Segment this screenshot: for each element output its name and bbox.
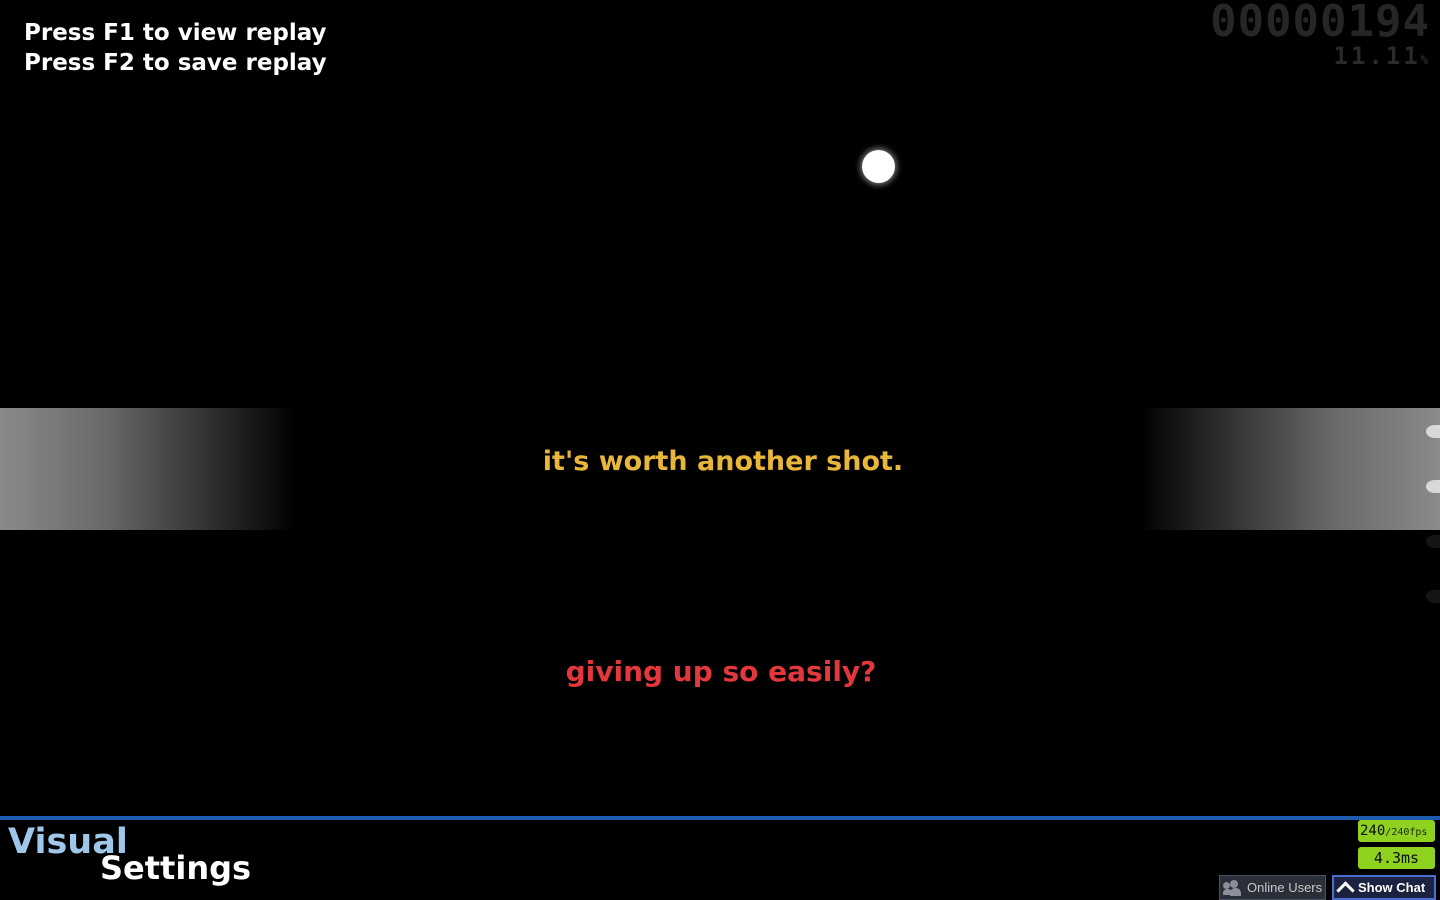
fps-value: 240 bbox=[1360, 823, 1386, 839]
accuracy-display: 11.11% bbox=[1334, 42, 1428, 74]
accuracy-value: 11.11 bbox=[1333, 42, 1421, 70]
chevron-up-icon bbox=[1336, 880, 1355, 900]
online-users-label: Online Users bbox=[1247, 879, 1323, 895]
side-option-marker[interactable] bbox=[1426, 535, 1440, 548]
show-chat-label: Show Chat bbox=[1358, 880, 1426, 895]
side-option-marker[interactable] bbox=[1426, 480, 1440, 493]
users-icon bbox=[1223, 879, 1243, 896]
save-replay-hint: Press F2 to save replay bbox=[24, 50, 327, 76]
fail-message: it's worth another shot. bbox=[542, 446, 904, 477]
quit-message: giving up so easily? bbox=[565, 655, 877, 688]
fps-counter: 240/240fps bbox=[1358, 820, 1435, 842]
replay-hints: Press F1 to view replay Press F2 to save… bbox=[24, 18, 327, 78]
side-option-marker[interactable] bbox=[1426, 425, 1440, 438]
cursor-dot bbox=[862, 150, 895, 183]
accuracy-unit: % bbox=[1420, 53, 1428, 67]
online-users-button[interactable]: Online Users bbox=[1219, 875, 1326, 900]
menu-title-settings: Settings bbox=[100, 849, 252, 887]
side-option-marker[interactable] bbox=[1426, 590, 1440, 603]
score-display: 00000194 bbox=[1210, 0, 1430, 47]
fps-cap: /240fps bbox=[1385, 827, 1428, 838]
game-screen: Press F1 to view replay Press F2 to save… bbox=[0, 0, 1440, 900]
view-replay-hint: Press F1 to view replay bbox=[24, 20, 327, 46]
show-chat-button[interactable]: Show Chat bbox=[1332, 875, 1436, 900]
frame-time: 4.3ms bbox=[1358, 847, 1435, 869]
